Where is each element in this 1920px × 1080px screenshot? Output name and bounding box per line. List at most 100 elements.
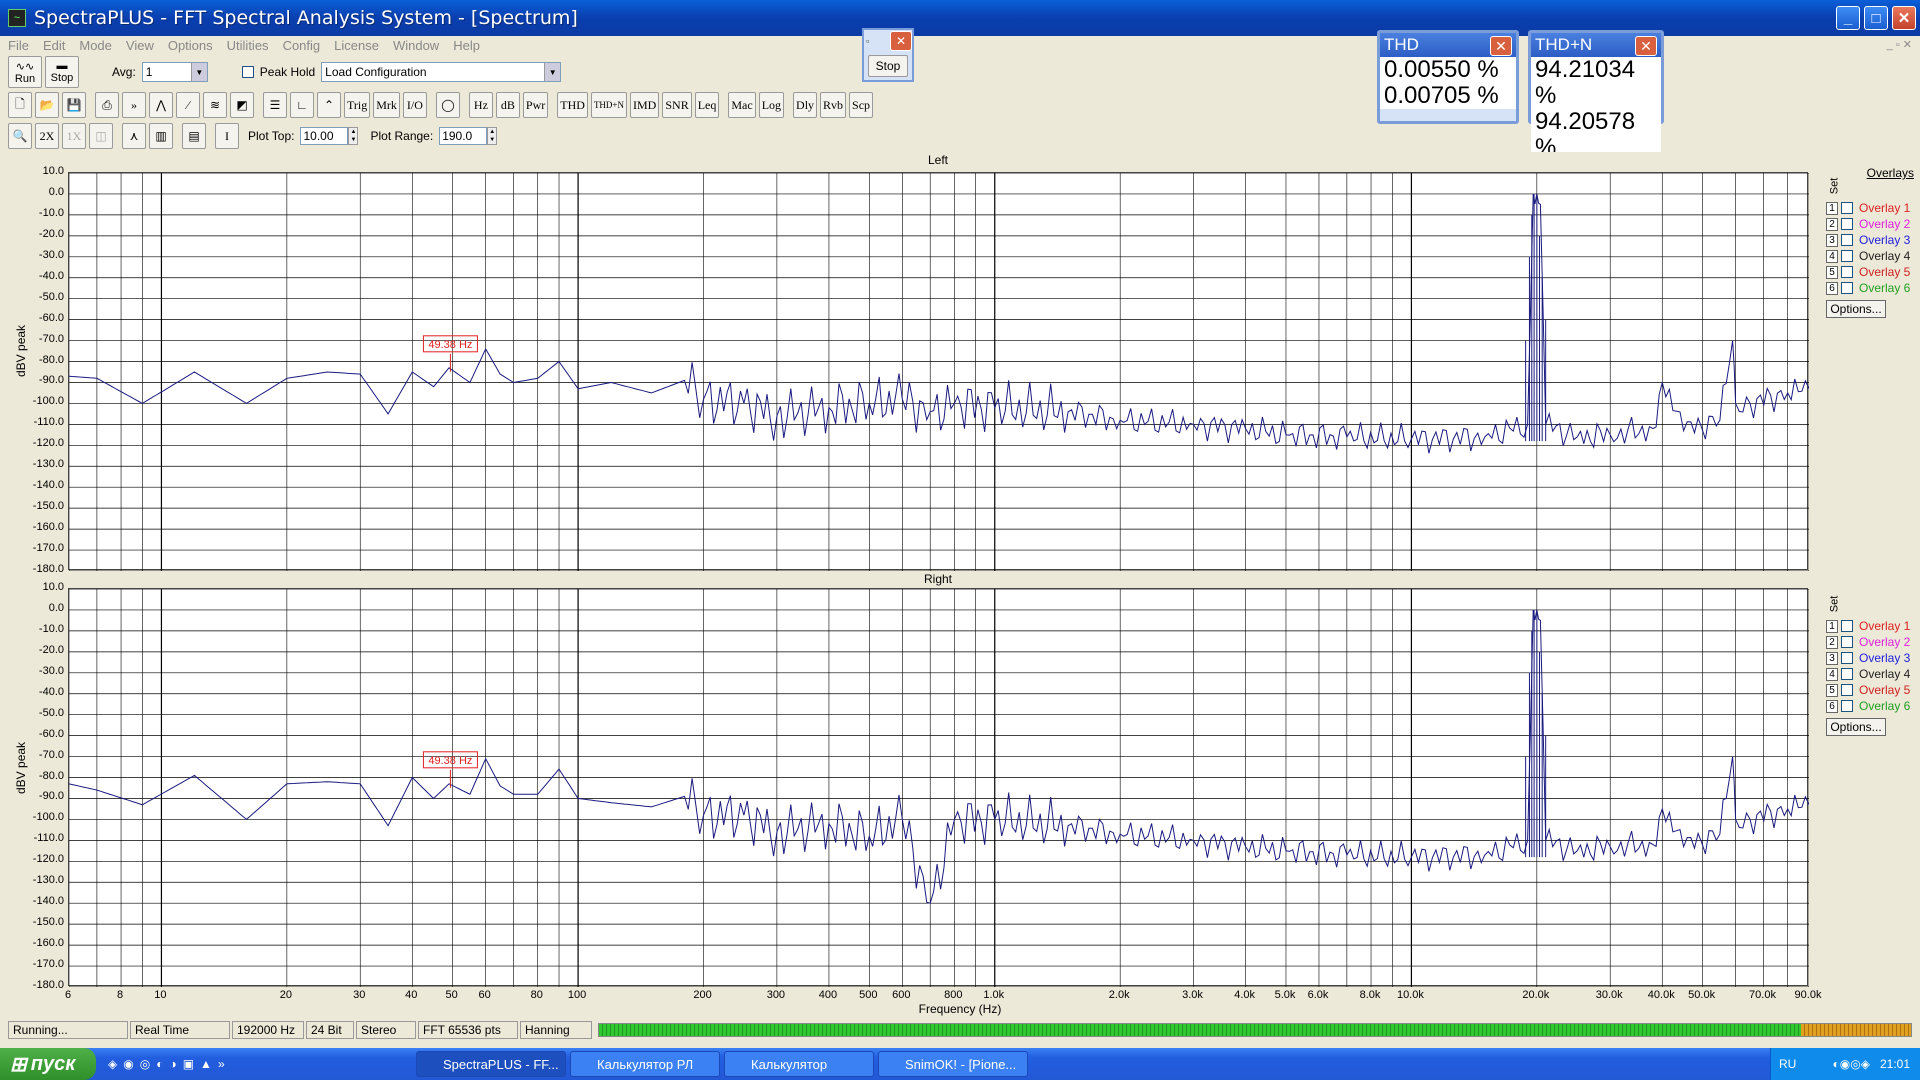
thd-meter-header[interactable]: THD ✕ xyxy=(1380,33,1516,57)
plot-top-spinner[interactable]: ▲ ▼ xyxy=(348,127,359,145)
trig-button[interactable]: Trig xyxy=(344,92,371,118)
log-button[interactable]: Log xyxy=(758,92,785,118)
overlay-row[interactable]: 4 Overlay 4 xyxy=(1826,248,1920,264)
menu-utilities[interactable]: Utilities xyxy=(227,38,269,53)
save-icon[interactable]: 💾 xyxy=(62,92,86,118)
spectrum-plot[interactable]: 49.38 Hz xyxy=(68,588,1809,987)
menu-options[interactable]: Options xyxy=(168,38,213,53)
floating-stop-button[interactable]: Stop xyxy=(868,55,908,77)
overlay-row[interactable]: 3 Overlay 3 xyxy=(1826,232,1920,248)
quicklaunch-icon[interactable]: ◑ xyxy=(169,1057,176,1071)
overlay-checkbox[interactable] xyxy=(1841,636,1853,648)
mdi-controls[interactable]: _ ▫ ✕ xyxy=(1887,38,1912,51)
overlay-row[interactable]: 3 Overlay 3 xyxy=(1826,650,1920,666)
spectrum-plot[interactable]: 49.38 Hz xyxy=(68,172,1809,571)
scp-button[interactable]: Scp xyxy=(849,92,874,118)
overlay-row[interactable]: 6 Overlay 6 xyxy=(1826,698,1920,714)
peak-icon[interactable]: ⌃ xyxy=(317,92,341,118)
overlay-checkbox[interactable] xyxy=(1841,620,1853,632)
menu-help[interactable]: Help xyxy=(453,38,480,53)
thdn-meter-header[interactable]: THD+N ✕ xyxy=(1531,33,1661,57)
thdn-button[interactable]: THD+N xyxy=(590,92,628,118)
plot-range-input[interactable]: 190.0 xyxy=(439,127,488,145)
mac-button[interactable]: Mac xyxy=(728,92,756,118)
zoom-reset-icon[interactable]: ◫ xyxy=(89,123,113,149)
signal-gen-icon[interactable]: ◯ xyxy=(435,92,460,118)
tray-icons[interactable]: ◐◉◎◈ xyxy=(1833,1057,1870,1071)
fast-forward-icon[interactable]: » xyxy=(122,92,146,118)
new-icon[interactable]: 🗋 xyxy=(8,92,32,118)
stop-button[interactable]: ▬ Stop xyxy=(45,56,79,88)
ramp-icon[interactable]: ∕ xyxy=(176,92,200,118)
open-icon[interactable]: 📂 xyxy=(35,92,59,118)
cursor-icon[interactable]: I xyxy=(215,123,239,149)
menu-window[interactable]: Window xyxy=(393,38,439,53)
overlay-options-button[interactable]: Options... xyxy=(1826,300,1886,318)
mrk-button[interactable]: Mrk xyxy=(373,92,400,118)
quicklaunch-icon[interactable]: ◐ xyxy=(156,1057,163,1071)
close-button[interactable]: ✕ xyxy=(1892,6,1916,30)
io-button[interactable]: I/O xyxy=(402,92,427,118)
overlay-checkbox[interactable] xyxy=(1841,282,1853,294)
zoom-icon[interactable]: 🔍 xyxy=(8,123,32,149)
menu-config[interactable]: Config xyxy=(283,38,321,53)
list-icon[interactable]: ☰ xyxy=(263,92,287,118)
quicklaunch-icon[interactable]: ▲ xyxy=(200,1057,212,1071)
overlay-row[interactable]: 5 Overlay 5 xyxy=(1826,264,1920,280)
avg-select[interactable]: 1 ▼ xyxy=(141,62,208,82)
taskbar-item-snimok[interactable]: SnimOK! - [Pione... xyxy=(878,1051,1028,1077)
overlay-row[interactable]: 1 Overlay 1 xyxy=(1826,200,1920,216)
imd-button[interactable]: IMD xyxy=(630,92,660,118)
overlay-checkbox[interactable] xyxy=(1841,684,1853,696)
config-select[interactable]: Load Configuration ▼ xyxy=(321,62,562,82)
quicklaunch-icon[interactable]: ◉ xyxy=(123,1057,133,1071)
axis-icon[interactable]: ∟ xyxy=(290,92,314,118)
overlay-checkbox[interactable] xyxy=(1841,202,1853,214)
table-icon[interactable]: ▤ xyxy=(182,123,206,149)
overlay-options-button[interactable]: Options... xyxy=(1826,718,1886,736)
menu-license[interactable]: License xyxy=(334,38,379,53)
overlay-row[interactable]: 4 Overlay 4 xyxy=(1826,666,1920,682)
run-button[interactable]: ∿∿ Run xyxy=(8,56,42,88)
leq-button[interactable]: Leq xyxy=(694,92,720,118)
rvb-button[interactable]: Rvb xyxy=(820,92,847,118)
hz-button[interactable]: Hz xyxy=(468,92,493,118)
line-plot-icon[interactable]: ⋏ xyxy=(122,123,146,149)
taskbar-item-spectraplus[interactable]: SpectraPLUS - FF... xyxy=(416,1051,566,1077)
quicklaunch-icon[interactable]: ◈ xyxy=(108,1057,117,1071)
snr-button[interactable]: SNR xyxy=(662,92,692,118)
start-button[interactable]: ⊞ пуск xyxy=(0,1048,96,1080)
quicklaunch-icon[interactable]: ◎ xyxy=(140,1057,150,1071)
overlay-checkbox[interactable] xyxy=(1841,266,1853,278)
overlay-row[interactable]: 5 Overlay 5 xyxy=(1826,682,1920,698)
overlay-row[interactable]: 2 Overlay 2 xyxy=(1826,216,1920,232)
overlay-checkbox[interactable] xyxy=(1841,700,1853,712)
peak-hold-checkbox[interactable] xyxy=(241,66,254,78)
overlay-checkbox[interactable] xyxy=(1841,668,1853,680)
quicklaunch-icon[interactable]: ▣ xyxy=(183,1057,194,1071)
waveform-icon[interactable]: ⋀ xyxy=(149,92,173,118)
close-icon[interactable]: ✕ xyxy=(1635,36,1657,56)
overlay-row[interactable]: 2 Overlay 2 xyxy=(1826,634,1920,650)
dly-button[interactable]: Dly xyxy=(793,92,818,118)
3d-surface-icon[interactable]: ◩ xyxy=(230,92,254,118)
overlay-row[interactable]: 1 Overlay 1 xyxy=(1826,618,1920,634)
db-button[interactable]: dB xyxy=(495,92,520,118)
taskbar-item-calc[interactable]: Калькулятор xyxy=(724,1051,874,1077)
overlay-checkbox[interactable] xyxy=(1841,234,1853,246)
print-icon[interactable]: ⎙ xyxy=(95,92,119,118)
close-icon[interactable]: ✕ xyxy=(1490,36,1512,56)
maximize-button[interactable]: □ xyxy=(1864,6,1888,30)
plot-top-input[interactable]: 10.00 xyxy=(300,127,349,145)
overlay-checkbox[interactable] xyxy=(1841,652,1853,664)
bar-plot-icon[interactable]: ▥ xyxy=(149,123,173,149)
plot-range-spinner[interactable]: ▲ ▼ xyxy=(487,127,498,145)
menu-edit[interactable]: Edit xyxy=(43,38,65,53)
language-indicator[interactable]: RU xyxy=(1779,1057,1796,1071)
quicklaunch-icon[interactable]: » xyxy=(218,1057,225,1071)
spectrogram-icon[interactable]: ≋ xyxy=(203,92,227,118)
close-icon[interactable]: ✕ xyxy=(890,31,912,51)
zoom-cursor-icon[interactable]: 1X xyxy=(62,123,86,149)
overlay-row[interactable]: 6 Overlay 6 xyxy=(1826,280,1920,296)
minimize-button[interactable]: _ xyxy=(1836,6,1860,30)
